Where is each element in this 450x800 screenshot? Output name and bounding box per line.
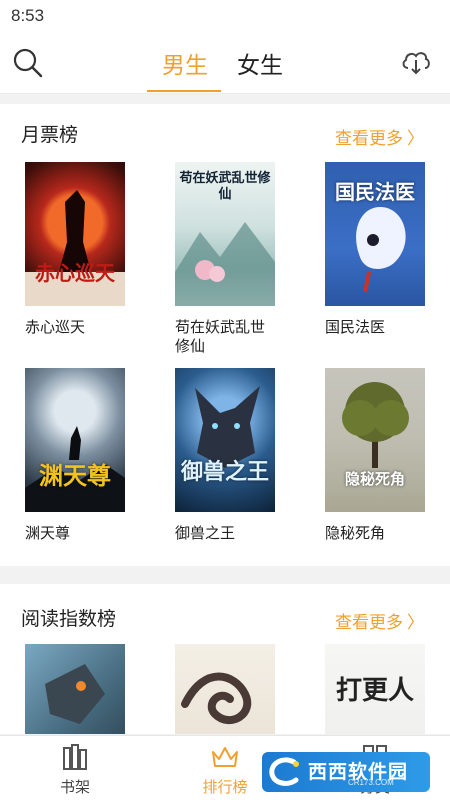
search-icon[interactable] bbox=[12, 47, 44, 79]
book-title: 赤心巡天 bbox=[25, 319, 86, 336]
crown-icon bbox=[212, 747, 238, 767]
book-cover bbox=[25, 644, 125, 734]
book-cover: 渊天尊 bbox=[25, 368, 125, 512]
book-cover bbox=[175, 644, 275, 734]
section-title: 阅读指数榜 bbox=[21, 609, 117, 630]
section-title: 月票榜 bbox=[21, 125, 79, 146]
cover-title: 打更人 bbox=[335, 675, 414, 705]
nav-label: 排行榜 bbox=[202, 779, 248, 796]
bookshelf-icon bbox=[63, 744, 87, 770]
book-item[interactable]: 渊天尊 渊天尊 bbox=[25, 368, 129, 558]
status-time: 8:53 bbox=[11, 6, 45, 25]
cover-title: 赤心巡天 bbox=[35, 263, 115, 285]
top-bar: 男生 女生 bbox=[0, 32, 450, 94]
cover-art bbox=[45, 664, 105, 724]
book-item[interactable]: 苟在妖武乱世修仙 苟在妖武乱世修仙 bbox=[175, 162, 279, 362]
nav-bookshelf[interactable]: 书架 bbox=[30, 736, 120, 800]
watermark-subtext: CR173.COM bbox=[348, 778, 394, 787]
book-item[interactable]: 国民法医 国民法医 bbox=[325, 162, 429, 362]
reading-index-ranking: 阅读指数榜 查看更多〉 打更人 bbox=[0, 584, 450, 734]
tab-male[interactable]: 男生 bbox=[162, 46, 208, 80]
cover-title: 御兽之王 bbox=[180, 459, 269, 484]
see-more-label: 查看更多 bbox=[335, 613, 403, 632]
book-cover: 隐秘死角 bbox=[325, 368, 425, 512]
status-bar: 8:53 bbox=[0, 0, 450, 32]
tab-female[interactable]: 女生 bbox=[237, 46, 283, 80]
cloud-download-icon[interactable] bbox=[400, 46, 432, 78]
book-cover: 赤心巡天 bbox=[25, 162, 125, 306]
cover-art bbox=[181, 672, 252, 724]
book-cover: 御兽之王 bbox=[175, 368, 275, 512]
nav-ranking[interactable]: 排行榜 bbox=[180, 736, 270, 800]
book-cover: 国民法医 bbox=[325, 162, 425, 306]
active-tab-indicator bbox=[147, 90, 221, 92]
see-more-link[interactable]: 查看更多〉 bbox=[335, 124, 424, 149]
watermark-logo-icon bbox=[269, 757, 299, 786]
cover-art bbox=[195, 386, 260, 468]
monthly-ticket-ranking: 月票榜 查看更多〉 赤心巡天 赤心巡天 苟在妖武乱世修仙 苟在妖武乱世修仙 国民… bbox=[0, 104, 450, 566]
chevron-right-icon: 〉 bbox=[407, 129, 424, 148]
chevron-right-icon: 〉 bbox=[407, 613, 424, 632]
book-title: 渊天尊 bbox=[25, 525, 71, 542]
cover-title: 苟在妖武乱世修仙 bbox=[179, 170, 271, 201]
book-item[interactable]: 御兽之王 御兽之王 bbox=[175, 368, 279, 558]
book-title: 苟在妖武乱世修仙 bbox=[175, 319, 266, 355]
cover-art bbox=[342, 382, 409, 468]
see-more-link[interactable]: 查看更多〉 bbox=[335, 608, 424, 633]
book-item[interactable]: 隐秘死角 隐秘死角 bbox=[325, 368, 429, 558]
book-item[interactable]: 赤心巡天 赤心巡天 bbox=[25, 162, 129, 362]
cover-title: 渊天尊 bbox=[39, 463, 111, 490]
book-title: 国民法医 bbox=[325, 319, 386, 336]
see-more-label: 查看更多 bbox=[335, 129, 403, 148]
book-title: 御兽之王 bbox=[175, 525, 236, 542]
book-cover: 打更人 bbox=[325, 644, 425, 734]
book-cover: 苟在妖武乱世修仙 bbox=[175, 162, 275, 306]
cover-title: 隐秘死角 bbox=[344, 471, 405, 488]
nav-label: 书架 bbox=[59, 779, 90, 796]
book-title: 隐秘死角 bbox=[325, 525, 386, 542]
watermark: 西西软件园 CR173.COM bbox=[262, 752, 430, 792]
cover-title: 国民法医 bbox=[335, 182, 415, 204]
